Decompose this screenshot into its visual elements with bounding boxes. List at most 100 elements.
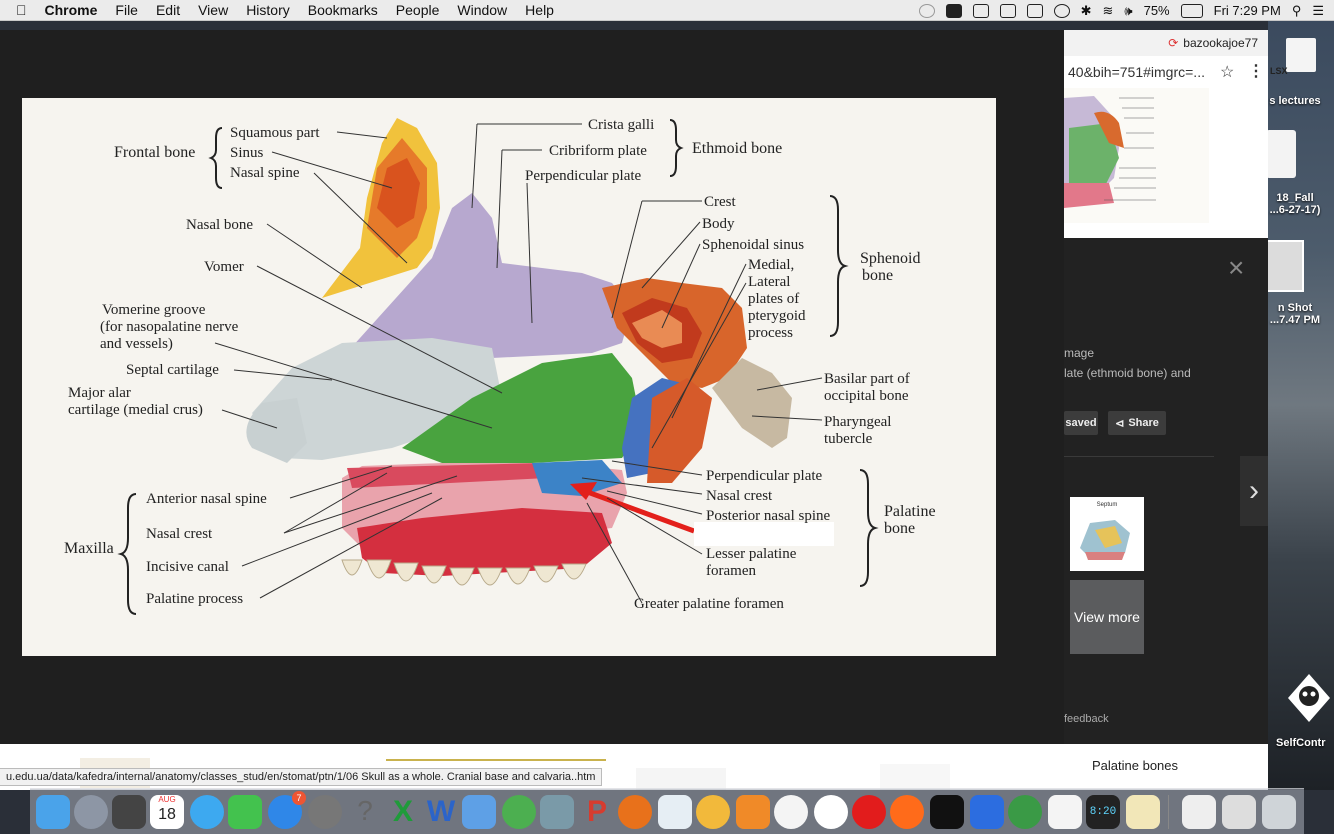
photos-icon[interactable]: [696, 795, 730, 829]
result-thumb-4[interactable]: [880, 764, 950, 790]
word-icon[interactable]: W: [424, 795, 458, 829]
selfcontrol-dock-icon[interactable]: [930, 795, 964, 829]
digital-clock-icon[interactable]: 8:20: [1086, 795, 1120, 829]
label-vomer: Vomer: [204, 259, 244, 275]
close-icon[interactable]: ×: [1228, 254, 1244, 282]
document-dock-icon[interactable]: [1222, 795, 1256, 829]
menu-bookmarks[interactable]: Bookmarks: [299, 2, 387, 18]
calendar-day: 18: [158, 806, 176, 823]
label-lesser-palatine: Lesser palatine: [706, 546, 797, 562]
opera-icon[interactable]: [852, 795, 886, 829]
spreadsheet-file-icon[interactable]: [1266, 130, 1296, 178]
status-icon-1[interactable]: [918, 3, 935, 18]
time-machine-icon[interactable]: [1053, 3, 1070, 18]
notification-list-icon[interactable]: ☰: [1312, 3, 1324, 19]
desktop-lectures-label[interactable]: s lectures: [1262, 95, 1328, 107]
spreadsheet-dock-icon[interactable]: [1182, 795, 1216, 829]
finder-icon[interactable]: [36, 795, 70, 829]
label-pterygoid: pterygoid: [748, 308, 806, 324]
contacts-icon[interactable]: [462, 795, 496, 829]
desktop-file-label: 18_Fall ...6-27-17): [1262, 192, 1328, 216]
calendar-icon[interactable]: AUG 18: [150, 795, 184, 829]
label-incisive-canal: Incisive canal: [146, 559, 229, 575]
powerpoint-icon[interactable]: P: [580, 795, 614, 829]
messages-icon[interactable]: [190, 795, 224, 829]
related-image-figure: [1080, 520, 1130, 560]
nasal-septum-diagram: Frontal bone Squamous part Sinus Nasal s…: [64, 117, 936, 615]
volume-icon[interactable]: 🕪: [1124, 3, 1132, 19]
battery-icon[interactable]: [1180, 3, 1203, 18]
saved-button[interactable]: saved: [1064, 411, 1098, 435]
sketch-icon[interactable]: [1048, 795, 1082, 829]
profile-icon[interactable]: ⟳: [1168, 36, 1178, 50]
app-store-badge: 7: [292, 791, 306, 805]
firefox-icon[interactable]: [618, 795, 652, 829]
related-image-thumbnail[interactable]: Septum: [1070, 497, 1144, 571]
label-lateral: Lateral: [748, 274, 790, 290]
menu-app-name[interactable]: Chrome: [36, 2, 107, 18]
menu-file[interactable]: File: [106, 2, 147, 18]
label-crista-galli: Crista galli: [588, 117, 654, 133]
apple-menu-icon[interactable]: : [0, 2, 36, 18]
dashboard-icon[interactable]: [112, 795, 146, 829]
anatomy-figure[interactable]: Frontal bone Squamous part Sinus Nasal s…: [22, 98, 996, 656]
feedback-link[interactable]: feedback: [1064, 713, 1109, 725]
excel-icon[interactable]: X: [386, 795, 420, 829]
trash-icon[interactable]: [1262, 795, 1296, 829]
spotlight-search-icon[interactable]: ⚲: [1292, 3, 1302, 19]
status-icon-3[interactable]: [972, 3, 989, 18]
share-button[interactable]: ⊲ Share: [1108, 411, 1166, 435]
itunes-icon[interactable]: [774, 795, 808, 829]
preview-thumbnail-area: [1064, 88, 1268, 238]
menu-history[interactable]: History: [237, 2, 299, 18]
screenshot-file-icon[interactable]: [1264, 240, 1304, 292]
system-preferences-gear-icon[interactable]: [308, 795, 342, 829]
bluetooth-icon[interactable]: ✱: [1081, 3, 1092, 19]
next-image-chevron-icon[interactable]: ›: [1240, 456, 1268, 526]
share-icon: ⊲: [1115, 417, 1125, 430]
menu-people[interactable]: People: [387, 2, 449, 18]
profile-name[interactable]: bazookajoe77: [1183, 36, 1258, 50]
menu-edit[interactable]: Edit: [147, 2, 189, 18]
shield-icon[interactable]: [999, 3, 1016, 18]
help-question-icon[interactable]: ?: [348, 795, 382, 829]
launchpad-icon[interactable]: [74, 795, 108, 829]
menu-bar:  Chrome File Edit View History Bookmark…: [0, 0, 1334, 21]
label-ethmoid-bone: Ethmoid bone: [692, 140, 782, 157]
label-sphenoidal-sinus: Sphenoidal sinus: [702, 237, 804, 253]
firefox-alt-icon[interactable]: [890, 795, 924, 829]
notes-icon[interactable]: [1126, 795, 1160, 829]
wifi-icon[interactable]: ≋: [1102, 3, 1113, 19]
address-text[interactable]: 40&bih=751#imgrc=...: [1068, 64, 1205, 80]
menu-view[interactable]: View: [189, 2, 237, 18]
screenshot-label: n Shot ...7.47 PM: [1262, 302, 1328, 326]
list-app-icon[interactable]: [970, 795, 1004, 829]
dictionary-icon[interactable]: [814, 795, 848, 829]
label-posterior-nasal-spine: Posterior nasal spine: [706, 508, 830, 524]
airplay-icon[interactable]: [1026, 3, 1043, 18]
screenshot-label-b: ...7.47 PM: [1269, 314, 1321, 326]
result-title-palatine-bones[interactable]: Palatine bones: [1092, 758, 1178, 773]
address-bar[interactable]: 40&bih=751#imgrc=... ☆ ⋮: [1064, 56, 1268, 88]
chrome-icon[interactable]: [1008, 795, 1042, 829]
preview-thumbnail[interactable]: [1064, 88, 1209, 223]
kebab-menu-icon[interactable]: ⋮: [1248, 61, 1264, 81]
bookmark-star-icon[interactable]: ☆: [1220, 62, 1234, 82]
clock[interactable]: Fri 7:29 PM: [1214, 3, 1281, 18]
result-thumb-2[interactable]: [386, 759, 606, 761]
label-ethmoid-perpendicular-plate: Perpendicular plate: [525, 168, 642, 184]
ibooks-icon[interactable]: [736, 795, 770, 829]
status-icon-2[interactable]: [945, 3, 962, 18]
result-thumb-3[interactable]: [636, 768, 726, 790]
preview-icon[interactable]: [540, 795, 574, 829]
xlsx-file-icon[interactable]: LSX: [1268, 38, 1334, 82]
label-pharyngeal: Pharyngeal: [824, 414, 891, 430]
image-capture-icon[interactable]: [658, 795, 692, 829]
view-more-button[interactable]: View more: [1070, 580, 1144, 654]
battery-percent[interactable]: 75%: [1144, 3, 1170, 18]
facetime-icon[interactable]: [228, 795, 262, 829]
globe-icon[interactable]: [502, 795, 536, 829]
selfcontrol-skull-icon[interactable]: [1286, 672, 1332, 724]
menu-help[interactable]: Help: [516, 2, 563, 18]
menu-window[interactable]: Window: [448, 2, 516, 18]
